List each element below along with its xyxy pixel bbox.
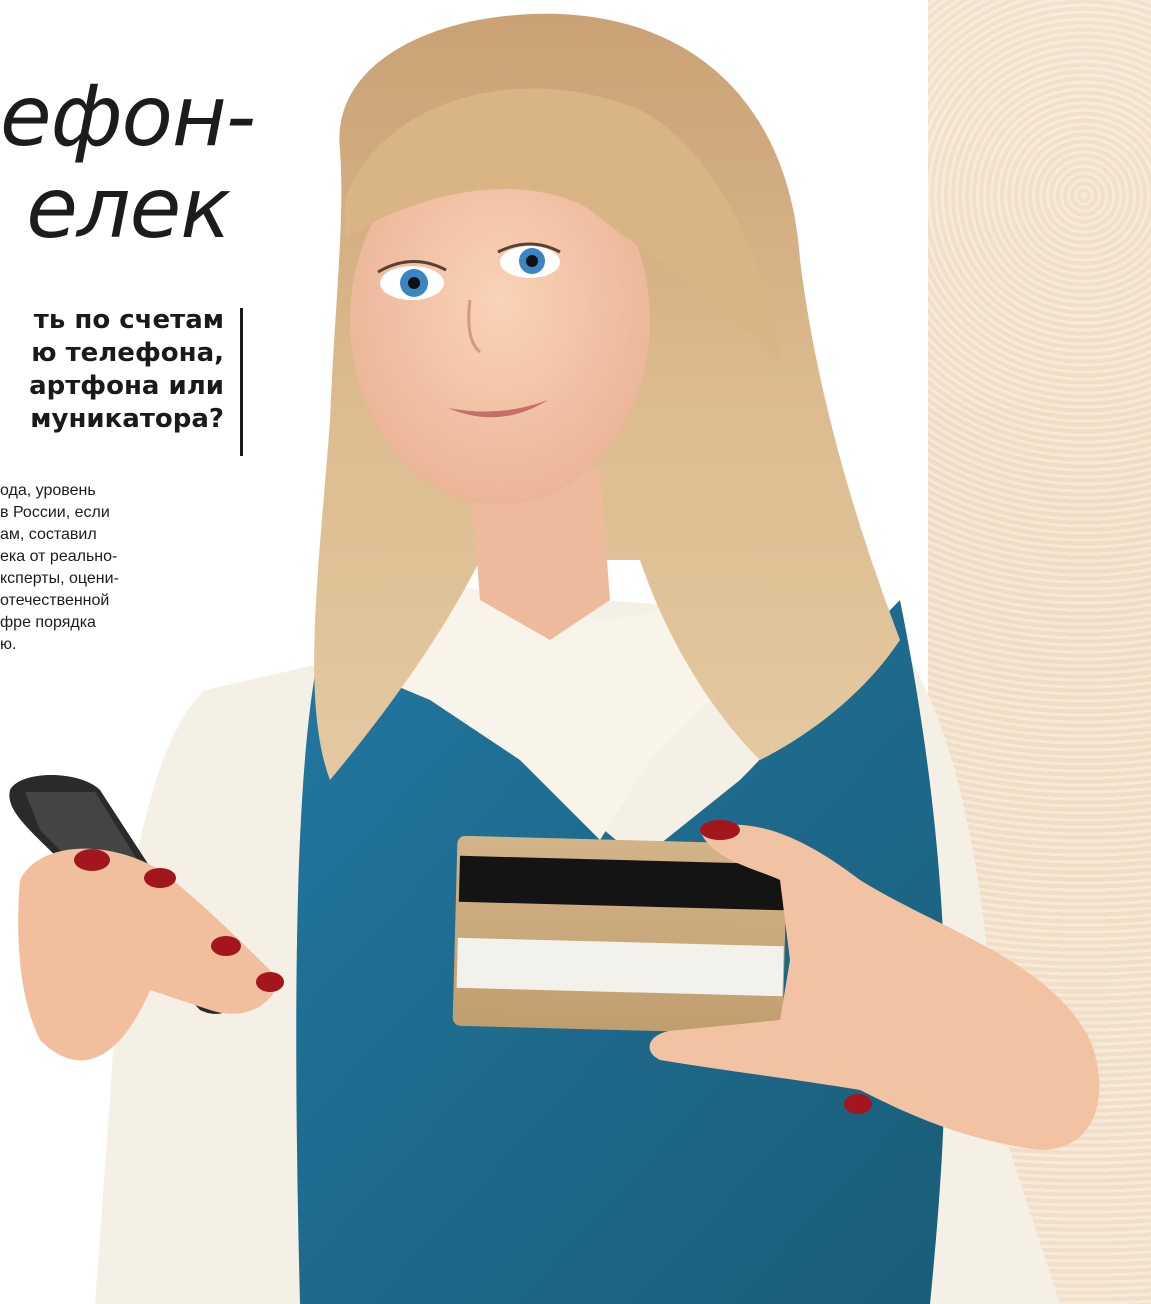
headline-line: елек <box>26 159 231 257</box>
body-line: фре порядка <box>0 614 96 631</box>
vertical-rule <box>240 308 243 456</box>
body-line: ода, уровень <box>0 482 96 499</box>
body-line: ека от реально- <box>0 548 118 565</box>
body-text: ода, уровень в России, если ам, составил… <box>0 480 160 656</box>
body-line: в России, если <box>0 504 110 521</box>
subheading: ть по счетам ю телефона, артфона или мун… <box>0 304 224 436</box>
subheading-line: ю телефона, <box>31 338 224 368</box>
body-line: ам, составил <box>0 526 97 543</box>
subheading-line: ть по счетам <box>33 305 224 335</box>
headline-line: ефон- <box>0 67 256 165</box>
magazine-page: ефон- елек ть по счетам ю телефона, артф… <box>0 0 1151 1304</box>
body-line: отечественной <box>0 592 110 609</box>
subheading-line: артфона или <box>29 371 224 401</box>
headline: ефон- елек <box>0 67 256 257</box>
body-line: ксперты, оцени- <box>0 570 119 587</box>
subheading-line: муникатора? <box>30 404 224 434</box>
body-line: ю. <box>0 636 17 653</box>
credit-card <box>452 835 788 1035</box>
